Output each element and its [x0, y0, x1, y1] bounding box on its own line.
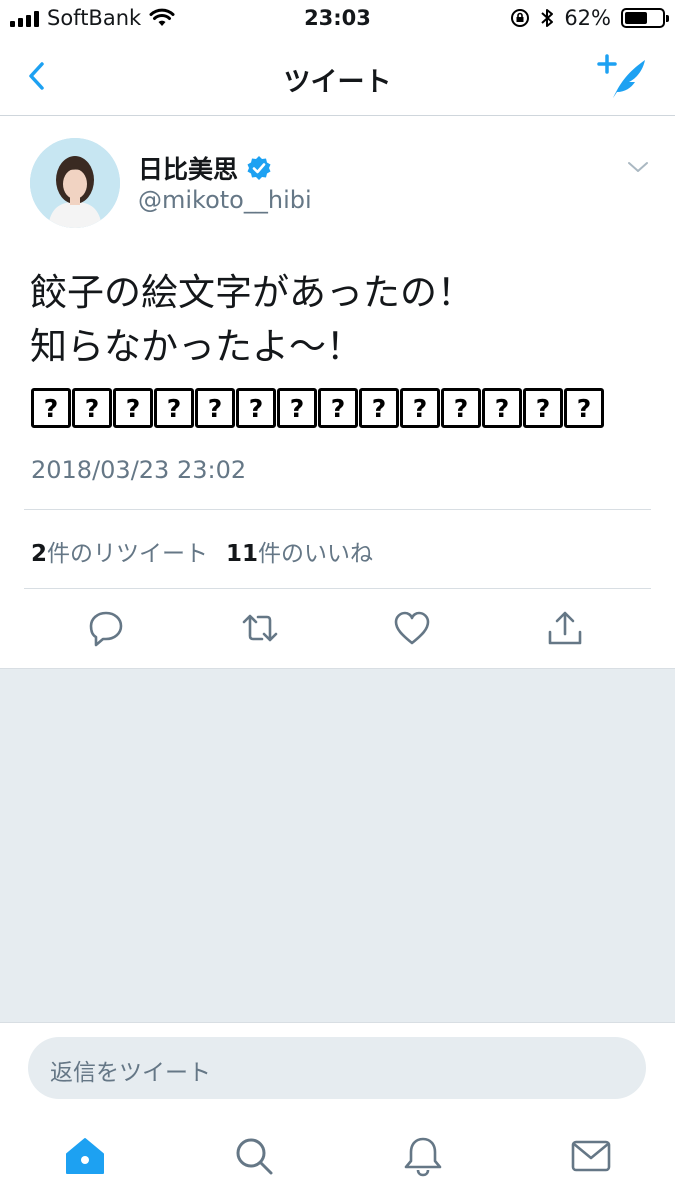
retweet-count: 2: [31, 541, 48, 567]
missing-emoji-glyph: ?: [195, 388, 235, 428]
reply-bar: 返信をツイート: [0, 1022, 675, 1114]
verified-badge-icon: [247, 156, 271, 180]
missing-emoji-glyph: ?: [277, 388, 317, 428]
like-count: 11: [226, 541, 259, 567]
empty-replies-area: [0, 668, 675, 1022]
reply-input[interactable]: 返信をツイート: [28, 1037, 646, 1099]
missing-emoji-glyph: ?: [523, 388, 563, 428]
tweet-text-line: 知らなかったよ〜！: [30, 325, 363, 368]
status-right: 62%: [510, 6, 669, 30]
battery-icon: [621, 8, 669, 28]
compose-tweet-icon[interactable]: [595, 52, 651, 102]
like-stat[interactable]: 11件のいいね: [226, 534, 373, 568]
bluetooth-icon: [541, 9, 554, 27]
tweet-stats: 2件のリツイート 11件のいいね: [31, 534, 373, 568]
battery-percent: 62%: [564, 6, 611, 30]
tweet-detail: 日比美思 @mikoto__hibi 餃子の絵文字があったの！ 知らなかったよ〜…: [0, 116, 675, 668]
emoji-placeholder-row: ??????????????: [31, 388, 604, 428]
missing-emoji-glyph: ?: [113, 388, 153, 428]
tweet-timestamp: 2018/03/23 23:02: [31, 456, 247, 484]
missing-emoji-glyph: ?: [482, 388, 522, 428]
missing-emoji-glyph: ?: [564, 388, 604, 428]
battery-level: [625, 12, 648, 24]
retweet-stat[interactable]: 2件のリツイート: [31, 534, 208, 568]
user-handle[interactable]: @mikoto__hibi: [138, 186, 312, 214]
missing-emoji-glyph: ?: [441, 388, 481, 428]
notifications-icon[interactable]: [401, 1134, 445, 1178]
share-icon[interactable]: [545, 608, 585, 648]
divider: [24, 588, 651, 589]
divider: [24, 509, 651, 510]
search-icon[interactable]: [232, 1134, 276, 1178]
missing-emoji-glyph: ?: [359, 388, 399, 428]
navigation-bar: ツイート: [0, 38, 675, 116]
home-icon[interactable]: [63, 1134, 107, 1178]
missing-emoji-glyph: ?: [31, 388, 71, 428]
like-label: 件のいいね: [258, 541, 374, 567]
missing-emoji-glyph: ?: [72, 388, 112, 428]
avatar[interactable]: [30, 138, 120, 228]
page-title: ツイート: [283, 67, 392, 98]
tweet-text-line: 餃子の絵文字があったの！: [30, 271, 474, 314]
retweet-label: 件のリツイート: [47, 541, 209, 567]
avatar-image: [30, 138, 120, 228]
like-heart-icon[interactable]: [392, 608, 432, 648]
missing-emoji-glyph: ?: [154, 388, 194, 428]
status-bar: SoftBank 23:03 62%: [0, 0, 675, 38]
rotation-lock-icon: [511, 9, 530, 27]
missing-emoji-glyph: ?: [318, 388, 358, 428]
chevron-down-icon[interactable]: [627, 156, 649, 178]
retweet-icon[interactable]: [240, 608, 280, 648]
user-name-row[interactable]: 日比美思: [138, 150, 272, 186]
missing-emoji-glyph: ?: [400, 388, 440, 428]
tweet-actions: [0, 608, 675, 648]
reply-icon[interactable]: [86, 608, 126, 648]
missing-emoji-glyph: ?: [236, 388, 276, 428]
display-name[interactable]: 日比美思: [138, 150, 238, 186]
tab-bar: [0, 1114, 675, 1200]
tweet-text: 餃子の絵文字があったの！ 知らなかったよ〜！: [30, 266, 645, 374]
messages-icon[interactable]: [569, 1134, 613, 1178]
